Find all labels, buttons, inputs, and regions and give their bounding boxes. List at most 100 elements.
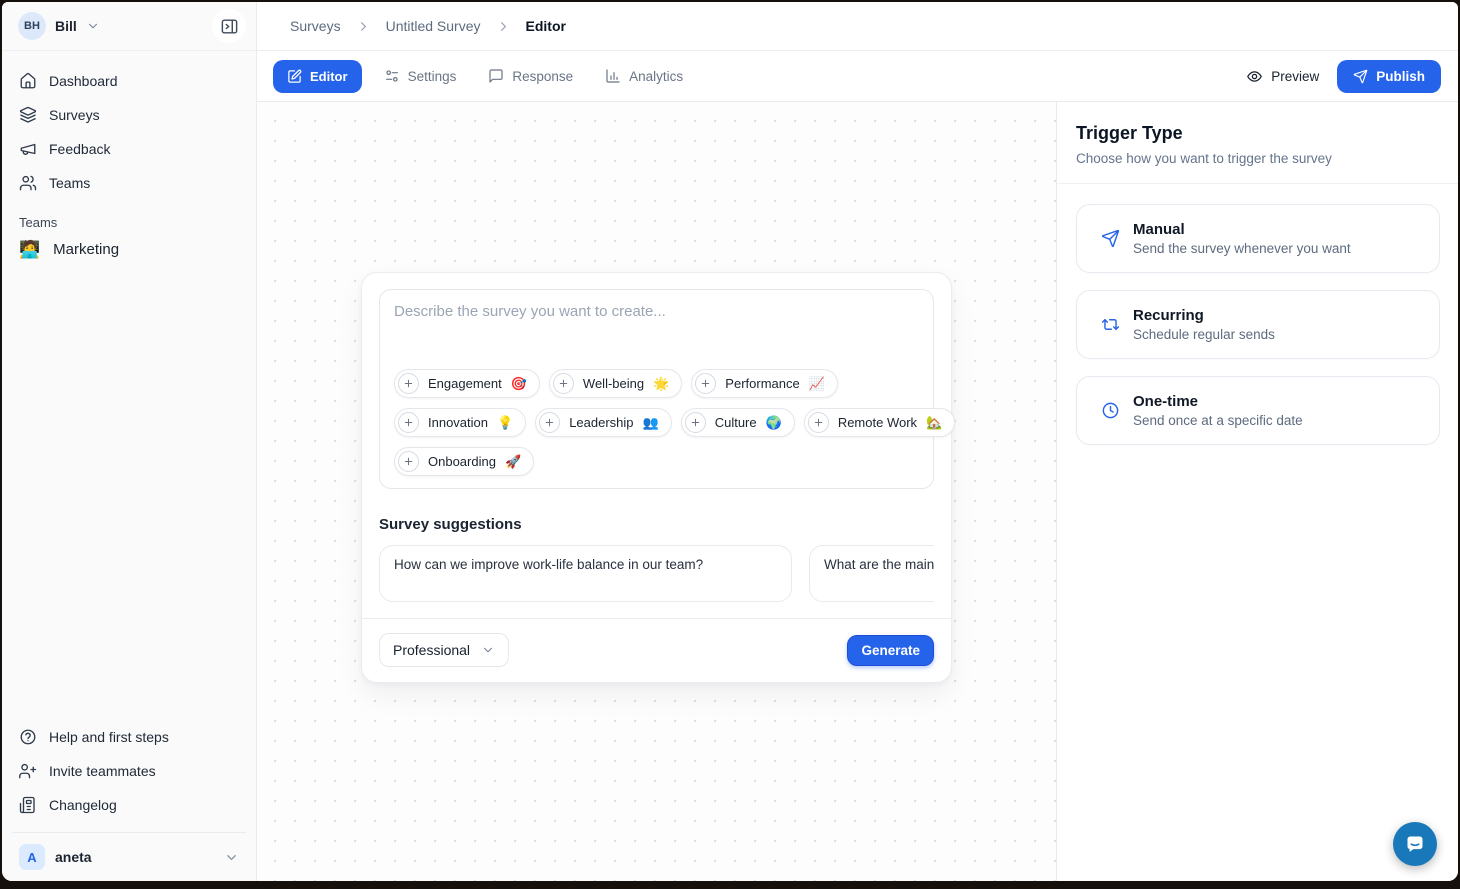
breadcrumb-untitled-survey[interactable]: Untitled Survey — [386, 18, 481, 34]
trigger-option-one-time[interactable]: One-time Send once at a specific date — [1076, 376, 1440, 445]
preview-label: Preview — [1271, 69, 1319, 84]
tab-label: Editor — [310, 69, 348, 84]
sidebar-item-dashboard[interactable]: Dashboard — [10, 64, 248, 98]
chevron-down-icon — [224, 850, 239, 865]
tone-value: Professional — [393, 642, 470, 658]
tab-editor[interactable]: Editor — [273, 60, 362, 93]
trigger-panel-header: Trigger Type Choose how you want to trig… — [1057, 102, 1458, 184]
chip-label: Innovation — [428, 415, 488, 430]
chip-label: Onboarding — [428, 454, 496, 469]
sidebar-item-help[interactable]: Help and first steps — [10, 720, 248, 754]
workspace-name: Bill — [55, 18, 77, 34]
trigger-option-title: Recurring — [1133, 307, 1275, 324]
send-icon — [1353, 69, 1368, 84]
trigger-option-description: Send the survey whenever you want — [1133, 241, 1351, 256]
bulb-emoji-icon: 💡 — [497, 416, 513, 429]
sidebar-footer: Help and first steps Invite teammates Ch… — [2, 712, 256, 881]
workspace-switcher[interactable]: BH Bill — [2, 2, 256, 51]
sidebar-item-teams[interactable]: Teams — [10, 166, 248, 200]
chevron-down-icon — [86, 19, 100, 33]
topic-chips: Engagement 🎯 Well-being 🌟 — [394, 369, 919, 476]
topic-chip-culture[interactable]: Culture 🌍 — [681, 408, 795, 437]
topic-chip-well-being[interactable]: Well-being 🌟 — [549, 369, 682, 398]
suggestion-card[interactable]: What are the main ob — [809, 545, 934, 602]
square-pen-icon — [287, 69, 302, 84]
breadcrumb-surveys[interactable]: Surveys — [290, 18, 341, 34]
users-icon — [19, 174, 37, 192]
suggestions-row: How can we improve work-life balance in … — [379, 545, 934, 602]
panel-subtitle: Choose how you want to trigger the surve… — [1076, 151, 1439, 166]
chip-label: Remote Work — [838, 415, 917, 430]
trigger-option-text: Manual Send the survey whenever you want — [1133, 221, 1351, 256]
user-name: aneta — [55, 849, 92, 865]
survey-description-input[interactable] — [394, 303, 919, 369]
tab-analytics[interactable]: Analytics — [595, 60, 693, 92]
plus-icon — [539, 412, 560, 433]
tab-label: Response — [512, 69, 573, 84]
sidebar-toggle-button[interactable] — [212, 9, 246, 43]
repeat-icon — [1101, 315, 1120, 334]
sidebar-item-label: Invite teammates — [49, 763, 156, 779]
trigger-option-description: Send once at a specific date — [1133, 413, 1303, 428]
topic-chip-onboarding[interactable]: Onboarding 🚀 — [394, 447, 534, 476]
sidebar-item-label: Help and first steps — [49, 729, 169, 745]
tone-select[interactable]: Professional — [379, 633, 509, 667]
panel-right-icon — [220, 17, 239, 36]
dart-emoji-icon: 🎯 — [511, 377, 527, 390]
clock-icon — [1101, 401, 1120, 420]
team-name: Marketing — [53, 241, 119, 258]
breadcrumb-editor: Editor — [526, 18, 566, 34]
chip-label: Leadership — [569, 415, 633, 430]
suggestions-title: Survey suggestions — [379, 516, 934, 533]
topic-chip-leadership[interactable]: Leadership 👥 — [535, 408, 672, 437]
prompt-box: Engagement 🎯 Well-being 🌟 — [379, 289, 934, 489]
chat-bubble-icon — [1403, 832, 1427, 856]
publish-label: Publish — [1376, 69, 1425, 84]
sidebar-item-label: Teams — [49, 175, 90, 191]
topic-chip-engagement[interactable]: Engagement 🎯 — [394, 369, 540, 398]
editor-canvas[interactable]: Engagement 🎯 Well-being 🌟 — [257, 102, 1056, 881]
tab-settings[interactable]: Settings — [374, 60, 467, 92]
user-avatar: A — [19, 844, 45, 870]
sidebar-item-invite[interactable]: Invite teammates — [10, 754, 248, 788]
panel-title: Trigger Type — [1076, 123, 1439, 144]
trigger-option-description: Schedule regular sends — [1133, 327, 1275, 342]
tab-response[interactable]: Response — [478, 60, 583, 92]
topic-chip-performance[interactable]: Performance 📈 — [691, 369, 838, 398]
toolbar-actions: Preview Publish — [1246, 60, 1441, 93]
tab-label: Settings — [408, 69, 457, 84]
house-icon — [19, 72, 37, 90]
topic-chip-remote-work[interactable]: Remote Work 🏡 — [804, 408, 955, 437]
topic-chip-innovation[interactable]: Innovation 💡 — [394, 408, 526, 437]
house-emoji-icon: 🏡 — [926, 416, 942, 429]
sidebar-item-surveys[interactable]: Surveys — [10, 98, 248, 132]
plus-icon — [685, 412, 706, 433]
trigger-option-recurring[interactable]: Recurring Schedule regular sends — [1076, 290, 1440, 359]
user-menu[interactable]: A aneta — [10, 835, 248, 881]
sidebar-item-feedback[interactable]: Feedback — [10, 132, 248, 166]
suggestion-card[interactable]: How can we improve work-life balance in … — [379, 545, 792, 602]
preview-button[interactable]: Preview — [1246, 68, 1319, 85]
chat-launcher-button[interactable] — [1393, 822, 1437, 866]
chip-label: Well-being — [583, 376, 644, 391]
editor-toolbar: Editor Settings Response Analytics Previ… — [257, 51, 1458, 102]
trigger-option-manual[interactable]: Manual Send the survey whenever you want — [1076, 204, 1440, 273]
chip-label: Performance — [725, 376, 799, 391]
sidebar-item-changelog[interactable]: Changelog — [10, 788, 248, 822]
busts-emoji-icon: 👥 — [643, 416, 659, 429]
sidebar-item-label: Surveys — [49, 107, 100, 123]
publish-button[interactable]: Publish — [1337, 60, 1441, 93]
sidebar-item-team-marketing[interactable]: 🧑‍💻 Marketing — [2, 233, 256, 266]
main-column: Surveys Untitled Survey Editor Editor Se… — [257, 2, 1458, 881]
user-plus-icon — [19, 762, 37, 780]
trigger-options: Manual Send the survey whenever you want… — [1057, 184, 1458, 445]
sidebar-nav: Dashboard Surveys Feedback Teams — [2, 51, 256, 200]
generate-button[interactable]: Generate — [847, 635, 934, 666]
tab-label: Analytics — [629, 69, 683, 84]
trigger-type-panel: Trigger Type Choose how you want to trig… — [1056, 102, 1458, 881]
star-emoji-icon: 🌟 — [653, 377, 669, 390]
chart-emoji-icon: 📈 — [809, 377, 825, 390]
composer-footer: Professional Generate — [362, 618, 951, 682]
workspace-avatar: BH — [18, 12, 46, 40]
survey-composer-card: Engagement 🎯 Well-being 🌟 — [361, 272, 952, 683]
